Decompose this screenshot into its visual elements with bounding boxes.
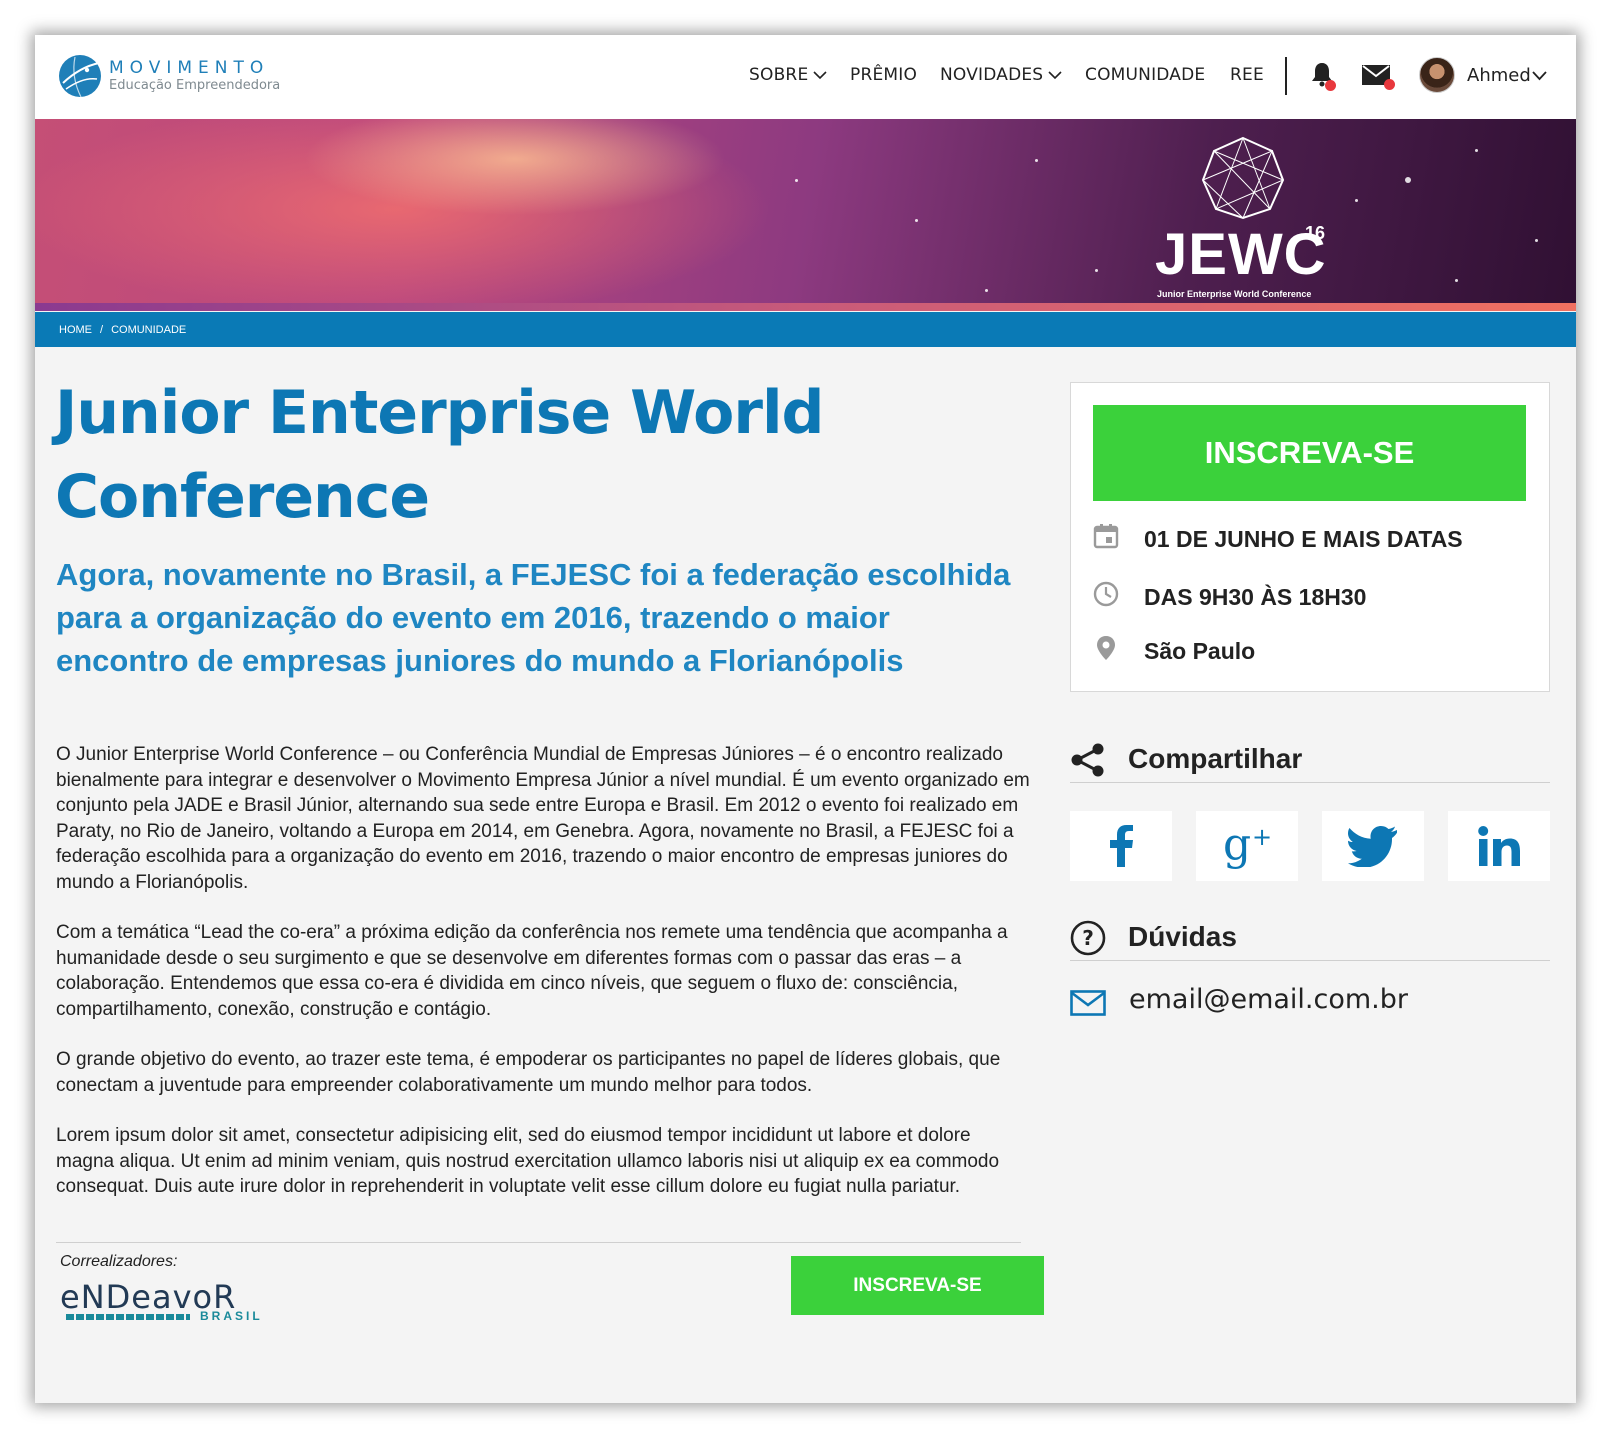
- event-info-card: INSCREVA-SE 01 DE JUNHO E MAIS DATAS DAS…: [1070, 382, 1550, 692]
- nav-label: SOBRE: [749, 65, 809, 85]
- page-frame: MOVIMENTO Educação Empreendedora SOBRE P…: [35, 35, 1576, 1403]
- event-time: DAS 9H30 ÀS 18H30: [1144, 584, 1367, 610]
- envelope-icon: [1070, 990, 1106, 1016]
- breadcrumb-comunidade[interactable]: COMUNIDADE: [111, 324, 186, 336]
- event-date: 01 DE JUNHO E MAIS DATAS: [1144, 526, 1463, 552]
- nav-divider: [1285, 57, 1287, 95]
- event-time-row: [1093, 581, 1119, 607]
- chevron-down-icon: [813, 70, 827, 79]
- star: [915, 219, 918, 222]
- content-divider: [56, 1242, 1021, 1243]
- chevron-down-icon: [1048, 70, 1062, 79]
- questions-title: Dúvidas: [1128, 921, 1237, 952]
- twitter-icon: [1348, 826, 1397, 867]
- map-pin-icon: [1097, 636, 1115, 660]
- nav-label: REE: [1230, 65, 1264, 85]
- breadcrumb-separator: /: [100, 323, 104, 336]
- endeavor-country: BRASIL: [200, 1309, 263, 1323]
- nav-label: NOVIDADES: [940, 65, 1044, 85]
- calendar-icon: [1093, 524, 1119, 549]
- event-logo-year: 16: [1305, 223, 1326, 243]
- nav-item-sobre[interactable]: SOBRE: [749, 65, 827, 85]
- star: [1095, 269, 1098, 272]
- endeavor-logo[interactable]: eNDeavoR BRASIL: [60, 1281, 300, 1327]
- chevron-down-icon[interactable]: [1532, 71, 1547, 81]
- event-date-row: [1093, 523, 1119, 549]
- page-title: Junior Enterprise World Conference: [55, 378, 824, 532]
- star: [985, 289, 988, 292]
- svg-text:+: +: [1252, 823, 1272, 851]
- star: [1405, 177, 1411, 183]
- questions-section-header: ? Dúvidas: [1070, 915, 1550, 961]
- body-paragraph: O Junior Enterprise World Conference – o…: [56, 744, 1030, 893]
- nav-label: PRÊMIO: [850, 65, 918, 85]
- star: [1035, 159, 1038, 162]
- breadcrumb-home[interactable]: HOME: [59, 324, 92, 336]
- globe-logo-icon: [59, 55, 101, 98]
- share-google-plus-button[interactable]: g +: [1196, 811, 1298, 881]
- user-avatar[interactable]: [1419, 57, 1455, 93]
- breadcrumb: HOME / COMUNIDADE: [35, 312, 1576, 347]
- event-logo-text: JEWC: [1155, 222, 1327, 287]
- svg-text:g: g: [1223, 823, 1251, 869]
- star: [1355, 199, 1358, 202]
- notification-dot: [1325, 80, 1336, 91]
- svg-text:?: ?: [1082, 926, 1094, 950]
- clock-icon: [1093, 581, 1119, 607]
- correalizadores-label: Correalizadores:: [60, 1253, 178, 1270]
- question-circle-icon: ?: [1070, 920, 1106, 956]
- star: [1535, 239, 1538, 242]
- subscribe-button-bottom[interactable]: INSCREVA-SE: [791, 1256, 1044, 1315]
- share-icon: [1071, 743, 1104, 777]
- star: [795, 179, 798, 182]
- google-plus-icon: g +: [1223, 823, 1272, 869]
- body-paragraph: Lorem ipsum dolor sit amet, consectetur …: [56, 1125, 1000, 1197]
- contact-email-link[interactable]: email@email.com.br: [1129, 984, 1408, 1015]
- body-paragraph: O grande objetivo do evento, ao trazer e…: [56, 1049, 1001, 1096]
- nav-item-ree[interactable]: REE: [1230, 65, 1264, 85]
- user-name[interactable]: Ahmed: [1467, 65, 1531, 86]
- event-location-row: [1093, 635, 1119, 661]
- gem-logo-icon: [1201, 136, 1285, 220]
- facebook-icon: [1110, 825, 1133, 867]
- endeavor-bars: [66, 1314, 190, 1320]
- page-subtitle: Agora, novamente no Brasil, a FEJESC foi…: [56, 557, 1011, 678]
- share-twitter-button[interactable]: [1322, 811, 1424, 881]
- message-dot: [1384, 79, 1395, 90]
- subscribe-button-top[interactable]: INSCREVA-SE: [1093, 405, 1526, 501]
- linkedin-icon: [1478, 826, 1520, 866]
- nav-item-novidades[interactable]: NOVIDADES: [940, 65, 1062, 85]
- share-facebook-button[interactable]: [1070, 811, 1172, 881]
- body-paragraph: Com a temática “Lead the co-era” a próxi…: [56, 922, 1008, 1020]
- notifications-button[interactable]: [1310, 61, 1340, 93]
- share-linkedin-button[interactable]: [1448, 811, 1550, 881]
- brand-logo[interactable]: MOVIMENTO Educação Empreendedora: [57, 53, 280, 99]
- star: [1475, 149, 1478, 152]
- banner-stripe: [35, 303, 1576, 311]
- share-title: Compartilhar: [1128, 743, 1303, 774]
- star: [1455, 279, 1458, 282]
- nav-item-premio[interactable]: PRÊMIO: [850, 65, 917, 85]
- messages-button[interactable]: [1362, 65, 1398, 95]
- event-location: São Paulo: [1144, 638, 1256, 664]
- nav-label: COMUNIDADE: [1085, 65, 1206, 85]
- event-logo-subtitle: Junior Enterprise World Conference: [1157, 289, 1312, 299]
- brand-title: MOVIMENTO: [109, 58, 270, 78]
- share-section-header: Compartilhar: [1070, 737, 1550, 783]
- nav-item-comunidade[interactable]: COMUNIDADE: [1085, 65, 1205, 85]
- top-header: MOVIMENTO Educação Empreendedora SOBRE P…: [35, 35, 1576, 119]
- event-banner: [35, 119, 1576, 311]
- brand-subtitle: Educação Empreendedora: [109, 78, 281, 93]
